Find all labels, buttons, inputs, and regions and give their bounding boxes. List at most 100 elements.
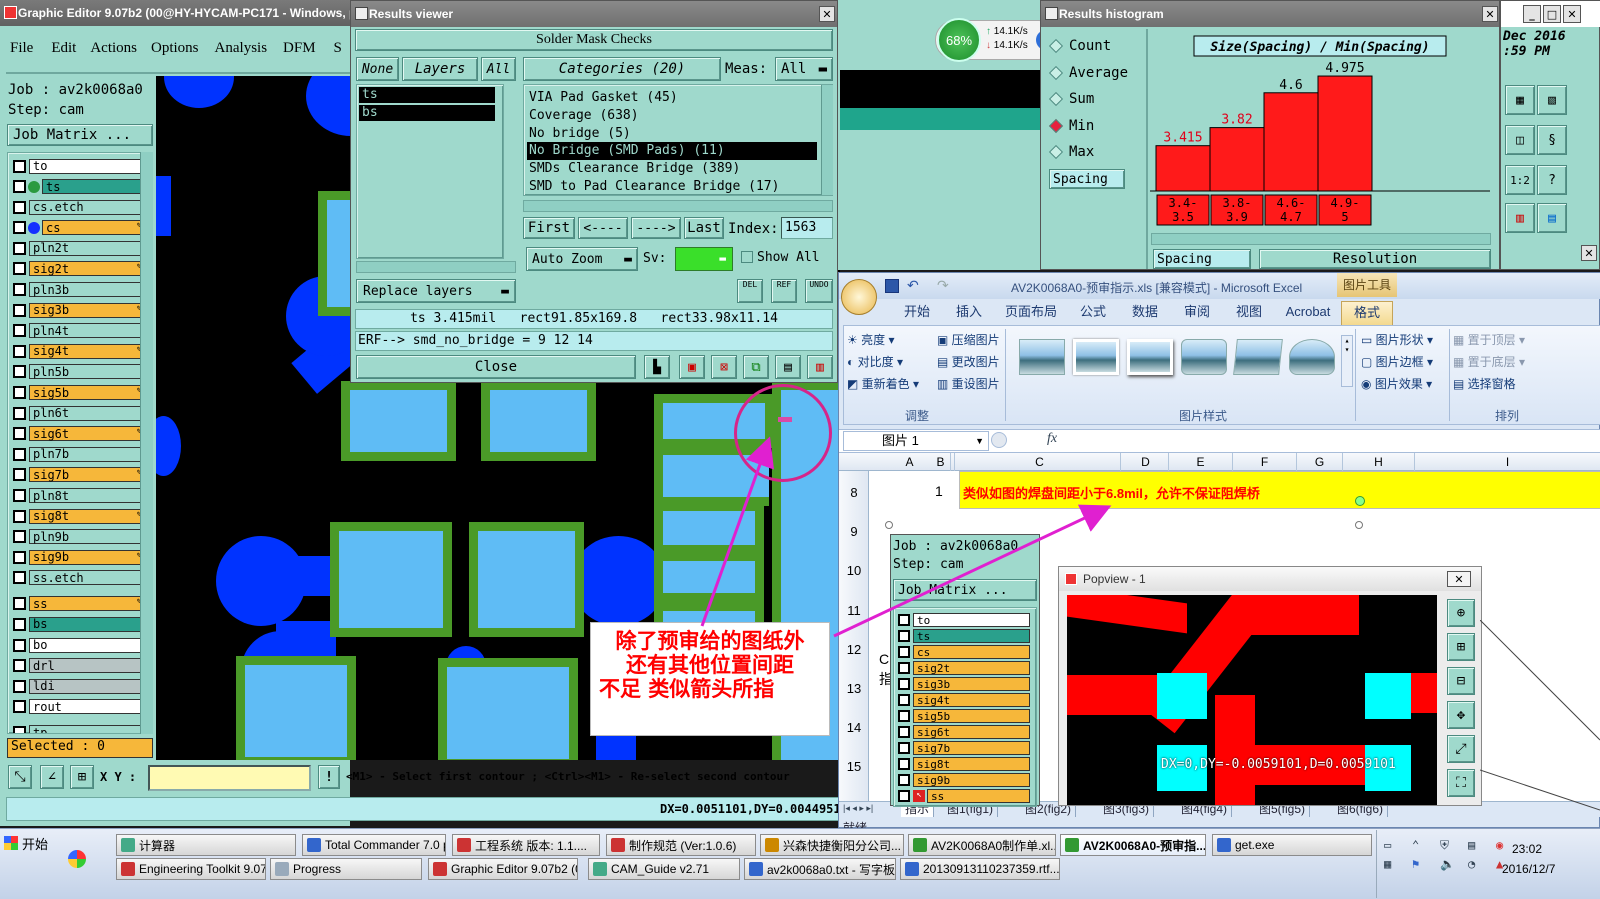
ribbon-tab[interactable]: 视图 xyxy=(1223,301,1275,325)
taskbar-item[interactable]: av2k0068a0.txt - 写字板 xyxy=(744,858,896,880)
histogram-bar[interactable] xyxy=(1209,127,1265,192)
wifi-icon[interactable]: ◔ xyxy=(1468,857,1488,871)
layer-checkbox[interactable] xyxy=(13,303,26,317)
column-header-cell[interactable]: D xyxy=(1123,453,1169,471)
ref-button[interactable]: REF xyxy=(771,279,797,303)
layer-row[interactable]: pln6t xyxy=(13,405,150,421)
shield-icon[interactable]: ⛨ xyxy=(1440,838,1460,853)
mode-option-count[interactable]: Count xyxy=(1048,33,1128,60)
zoom-out-icon[interactable]: ⊟ xyxy=(1447,667,1475,695)
layer-row[interactable]: pln2t xyxy=(13,240,150,256)
column-header-cell[interactable]: H xyxy=(1343,453,1415,471)
annotation-box[interactable]: 除了预审给的图纸外 还有其他位置间距 不足 类似箭头所指 xyxy=(590,622,830,736)
layer-checkbox[interactable] xyxy=(13,700,26,714)
ribbon-tab[interactable]: 页面布局 xyxy=(995,301,1067,325)
xy-input[interactable] xyxy=(148,765,311,791)
network-icon[interactable]: ▤ xyxy=(1468,838,1488,853)
layer-row[interactable]: pln8t xyxy=(13,488,150,504)
tool-icon-3[interactable]: ◫ xyxy=(1505,125,1535,155)
chart-hscrollbar[interactable] xyxy=(1151,233,1491,245)
menu-edit[interactable]: Edit xyxy=(51,40,76,57)
category-item[interactable]: No bridge (5) xyxy=(527,125,817,143)
layer-checkbox[interactable] xyxy=(13,617,26,631)
ge-titlebar[interactable]: Graphic Editor 9.07b2 (00@HY-HYCAM-PC171… xyxy=(0,0,350,26)
layer-checkbox[interactable] xyxy=(13,200,26,214)
network-percent-gauge[interactable]: 68% xyxy=(937,18,981,62)
layer-row[interactable]: sig3b✎ xyxy=(13,302,150,318)
auto-zoom-button[interactable]: Auto Zoom ▬ xyxy=(526,247,638,271)
tool-icon-5[interactable]: 1:2 xyxy=(1505,165,1535,195)
picture-effect-cmd[interactable]: ◉ 图片效果 ▾ xyxy=(1361,373,1433,395)
layer-row[interactable]: sig4t✎ xyxy=(13,343,150,359)
layer-row[interactable]: cs✎ xyxy=(13,220,150,236)
layer-row[interactable]: drl xyxy=(13,658,150,674)
style-thumb-5[interactable] xyxy=(1233,339,1283,375)
menu-file[interactable]: File xyxy=(10,40,33,57)
recolor-cmd[interactable]: ◩ 重新着色 ▾ xyxy=(847,373,937,395)
tool-icon-4[interactable]: § xyxy=(1537,125,1567,155)
layer-row[interactable]: rout xyxy=(13,699,150,715)
expand-icon[interactable]: ⛶ xyxy=(1447,769,1475,797)
layer-row[interactable]: sig9b✎ xyxy=(13,549,150,565)
row-header-cell[interactable]: 15 xyxy=(839,759,869,779)
histogram-bar[interactable] xyxy=(1263,92,1319,192)
row-header-cell[interactable]: 9 xyxy=(839,524,869,544)
ribbon-tab[interactable]: 公式 xyxy=(1067,301,1119,325)
row-header-cell[interactable]: 12 xyxy=(839,642,869,662)
histogram-bar[interactable] xyxy=(1155,145,1211,192)
categories-button[interactable]: Categories (20) xyxy=(523,57,721,81)
category-item[interactable]: SMD to Pad Clearance Bridge (17) xyxy=(527,178,817,196)
layer-row[interactable]: cs.etch xyxy=(13,199,150,215)
tool-zoom-icon[interactable]: ⤡ xyxy=(8,765,32,789)
send-back-cmd[interactable]: ▦ 置于底层 ▾ xyxy=(1453,351,1525,373)
sv-color-select[interactable]: ▬ xyxy=(675,247,733,271)
taskbar-item[interactable]: 计算器 xyxy=(116,834,296,856)
row-header-cell[interactable]: 8 xyxy=(839,485,869,505)
row-header-cell[interactable]: 14 xyxy=(839,720,869,740)
style-thumb-3[interactable] xyxy=(1127,339,1173,375)
layer-checkbox[interactable] xyxy=(13,241,26,255)
selection-handle-icon[interactable] xyxy=(1355,496,1365,506)
sheet-nav-arrows[interactable]: |◂ ◂ ▸ ▸| xyxy=(843,803,873,814)
undo-icon[interactable]: ↶ xyxy=(907,277,919,294)
layer-checkbox[interactable] xyxy=(13,386,26,400)
maximize-icon[interactable]: □ xyxy=(1543,5,1561,23)
picture-shape-cmd[interactable]: ▭ 图片形状 ▾ xyxy=(1361,329,1433,351)
layer-checkbox[interactable] xyxy=(13,221,26,235)
layer-checkbox[interactable] xyxy=(13,726,26,733)
minimize-icon[interactable]: _ xyxy=(1523,5,1541,23)
warning-icon[interactable]: ! xyxy=(318,765,340,789)
rv-layer-bs[interactable]: bs xyxy=(359,105,495,121)
reset-picture-cmd[interactable]: ▥ 重设图片 xyxy=(937,373,1000,395)
layer-row[interactable]: sig2t✎ xyxy=(13,261,150,277)
popview-close-icon[interactable]: ✕ xyxy=(1447,571,1471,587)
tool-icon-1[interactable]: ▦ xyxy=(1505,85,1535,115)
style-thumb-1[interactable] xyxy=(1019,339,1065,375)
zoom-fit-icon[interactable]: ⊕ xyxy=(1447,599,1475,627)
layers-button[interactable]: Layers xyxy=(402,57,478,81)
layer-checkbox[interactable] xyxy=(13,489,26,502)
contrast-cmd[interactable]: ◐ 对比度 ▾ xyxy=(847,351,937,373)
layer-row[interactable]: sig5b✎ xyxy=(13,385,150,401)
rv-close-button[interactable]: Close xyxy=(356,355,636,379)
layer-row[interactable]: pln7b xyxy=(13,446,150,462)
column-header-cell[interactable]: C xyxy=(959,453,1121,471)
tool-grid-icon[interactable]: ⊞ xyxy=(70,765,94,789)
compress-cmd[interactable]: ▣ 压缩图片 xyxy=(937,329,1000,351)
ribbon-tab[interactable]: Acrobat xyxy=(1275,301,1341,325)
mode-option-max[interactable]: Max xyxy=(1048,139,1128,166)
taskbar-item[interactable]: Engineering Toolkit 9.07... xyxy=(116,858,266,880)
layer-row[interactable]: pln3b xyxy=(13,282,150,298)
category-item[interactable]: Coverage (638) xyxy=(527,107,817,125)
layer-checkbox[interactable] xyxy=(13,638,26,652)
quick-launch-icon[interactable] xyxy=(68,850,86,868)
keyboard-icon[interactable]: ▭ xyxy=(1384,838,1404,853)
column-header-cell[interactable]: G xyxy=(1297,453,1343,471)
layer-checkbox[interactable] xyxy=(13,597,26,611)
tool-measure-icon[interactable]: ∠ xyxy=(40,765,64,789)
layer-tool-icon[interactable]: ⧉ xyxy=(743,355,769,379)
rv-close-icon[interactable]: ✕ xyxy=(819,6,835,22)
rh-titlebar[interactable]: Results histogram xyxy=(1041,1,1499,27)
chart-tool-icon[interactable]: ▥ xyxy=(807,355,833,379)
selection-handle-icon[interactable] xyxy=(885,521,893,529)
